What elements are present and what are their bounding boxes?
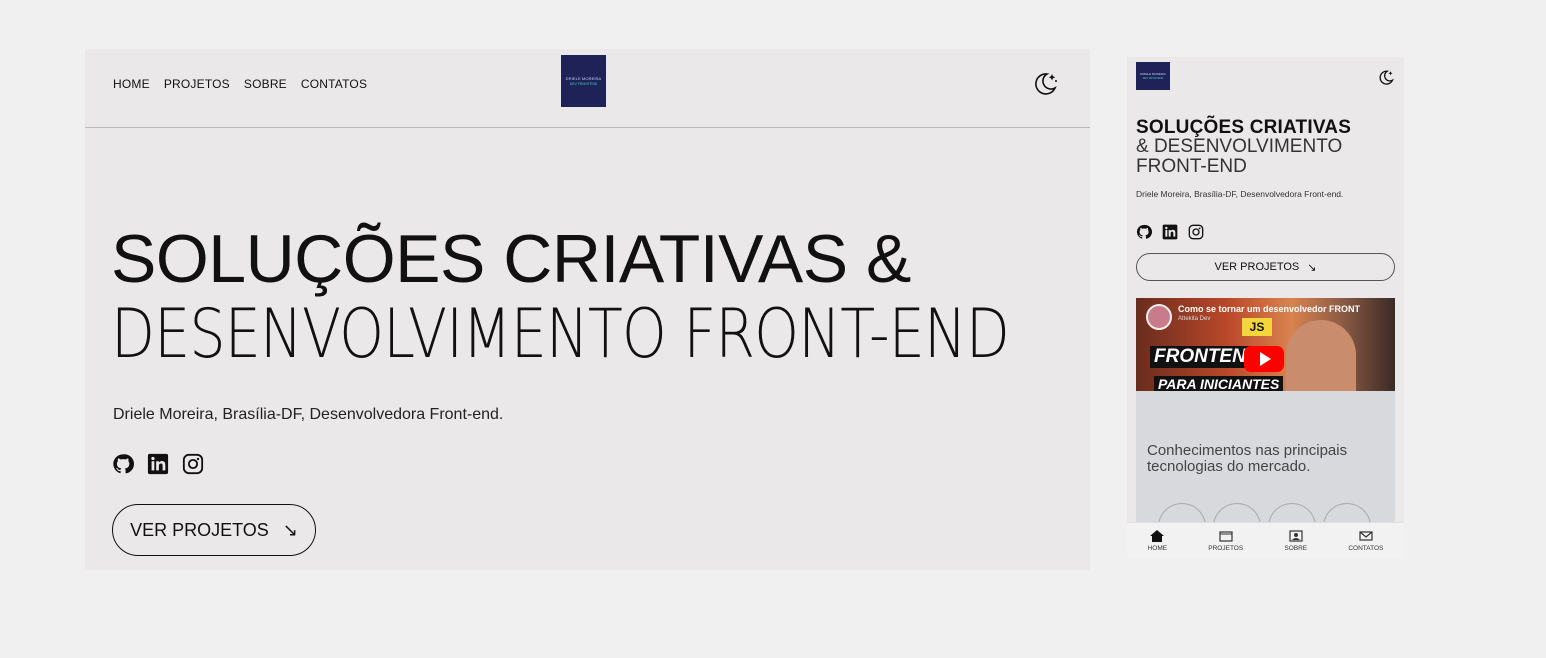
ver-projetos-label: VER PROJETOS bbox=[1214, 261, 1300, 273]
ver-projetos-button[interactable]: VER PROJETOS ↘ bbox=[112, 504, 316, 556]
tab-projetos[interactable]: PROJETOS bbox=[1208, 530, 1243, 552]
channel-avatar bbox=[1146, 304, 1172, 330]
instagram-icon[interactable] bbox=[1188, 224, 1204, 240]
skills-section: Conhecimentos nas principais tecnologias… bbox=[1136, 391, 1395, 551]
home-icon bbox=[1150, 529, 1165, 542]
mobile-ver-projetos-button[interactable]: VER PROJETOS ↘ bbox=[1136, 253, 1395, 281]
video-presenter bbox=[1286, 320, 1356, 391]
moon-stars-icon[interactable] bbox=[1031, 69, 1059, 97]
main-nav: HOME PROJETOS SOBRE CONTATOS bbox=[113, 77, 367, 91]
mobile-subtitle: Driele Moreira, Brasília-DF, Desenvolved… bbox=[1136, 189, 1344, 199]
tab-contatos-label: CONTATOS bbox=[1348, 544, 1384, 552]
header-divider bbox=[85, 127, 1090, 128]
bottom-tab-bar: HOME PROJETOS SOBRE CONTATOS bbox=[1127, 522, 1404, 558]
user-card-icon bbox=[1289, 529, 1303, 542]
ver-projetos-label: VER PROJETOS bbox=[130, 519, 269, 540]
thumbnail-text-para: PARA INICIANTES bbox=[1154, 376, 1284, 391]
nav-projetos[interactable]: PROJETOS bbox=[164, 77, 230, 91]
skills-text: Conhecimentos nas principais tecnologias… bbox=[1147, 442, 1348, 475]
tab-home[interactable]: HOME bbox=[1147, 529, 1168, 552]
mail-icon bbox=[1359, 530, 1373, 541]
logo-line1: DRIELE MOREIRA bbox=[1140, 72, 1166, 76]
tab-projetos-label: PROJETOS bbox=[1208, 544, 1244, 552]
logo-line2: DEV FRONTEND bbox=[569, 82, 598, 86]
mobile-social-links bbox=[1136, 224, 1204, 240]
tab-sobre[interactable]: SOBRE bbox=[1284, 529, 1308, 552]
instagram-icon[interactable] bbox=[182, 453, 204, 475]
headline-line1: SOLUÇÕES CRIATIVAS & bbox=[111, 221, 911, 297]
desktop-preview: HOME PROJETOS SOBRE CONTATOS DRIELE MORE… bbox=[85, 49, 1090, 570]
arrow-down-right-icon: ↘ bbox=[1307, 261, 1317, 274]
tab-home-label: HOME bbox=[1147, 544, 1168, 552]
headline-line2-text: DESENVOLVIMENTO FRONT-END bbox=[111, 295, 1010, 374]
tab-contatos[interactable]: CONTATOS bbox=[1348, 530, 1383, 552]
hero-subtitle: Driele Moreira, Brasília-DF, Desenvolved… bbox=[113, 406, 504, 423]
linkedin-icon[interactable] bbox=[1162, 224, 1178, 240]
js-badge: JS bbox=[1242, 318, 1272, 336]
folder-icon bbox=[1219, 530, 1233, 542]
linkedin-icon[interactable] bbox=[147, 453, 169, 475]
mobile-headline-line2: & DESENVOLVIMENTO FRONT-END bbox=[1136, 136, 1343, 177]
arrow-down-right-icon: ↘ bbox=[282, 519, 298, 540]
nav-contatos[interactable]: CONTATOS bbox=[301, 77, 367, 91]
social-links bbox=[112, 453, 204, 475]
github-icon[interactable] bbox=[1136, 224, 1152, 240]
logo-line1: DRIELE MOREIRA bbox=[565, 76, 602, 81]
nav-sobre[interactable]: SOBRE bbox=[244, 77, 287, 91]
nav-home[interactable]: HOME bbox=[113, 77, 150, 91]
brand-logo[interactable]: DRIELE MOREIRA DEV FRONTEND bbox=[561, 55, 606, 107]
youtube-video-embed[interactable]: Como se tornar um desenvolvedor FRONT At… bbox=[1136, 298, 1395, 391]
video-channel: Attekita Dev bbox=[1178, 316, 1211, 322]
headline-line2: DESENVOLVIMENTO FRONT-END bbox=[111, 301, 1010, 369]
brand-logo-mobile[interactable]: DRIELE MOREIRA DEV FRONTEND bbox=[1136, 62, 1170, 90]
logo-line2: DEV FRONTEND bbox=[1142, 77, 1164, 80]
tab-sobre-label: SOBRE bbox=[1284, 544, 1308, 552]
mobile-preview: DRIELE MOREIRA DEV FRONTEND SOLUÇÕES CRI… bbox=[1127, 57, 1404, 558]
github-icon[interactable] bbox=[112, 453, 134, 475]
moon-stars-icon[interactable] bbox=[1377, 68, 1395, 86]
video-title: Como se tornar um desenvolvedor FRONT bbox=[1178, 304, 1361, 314]
play-icon[interactable] bbox=[1244, 346, 1284, 372]
